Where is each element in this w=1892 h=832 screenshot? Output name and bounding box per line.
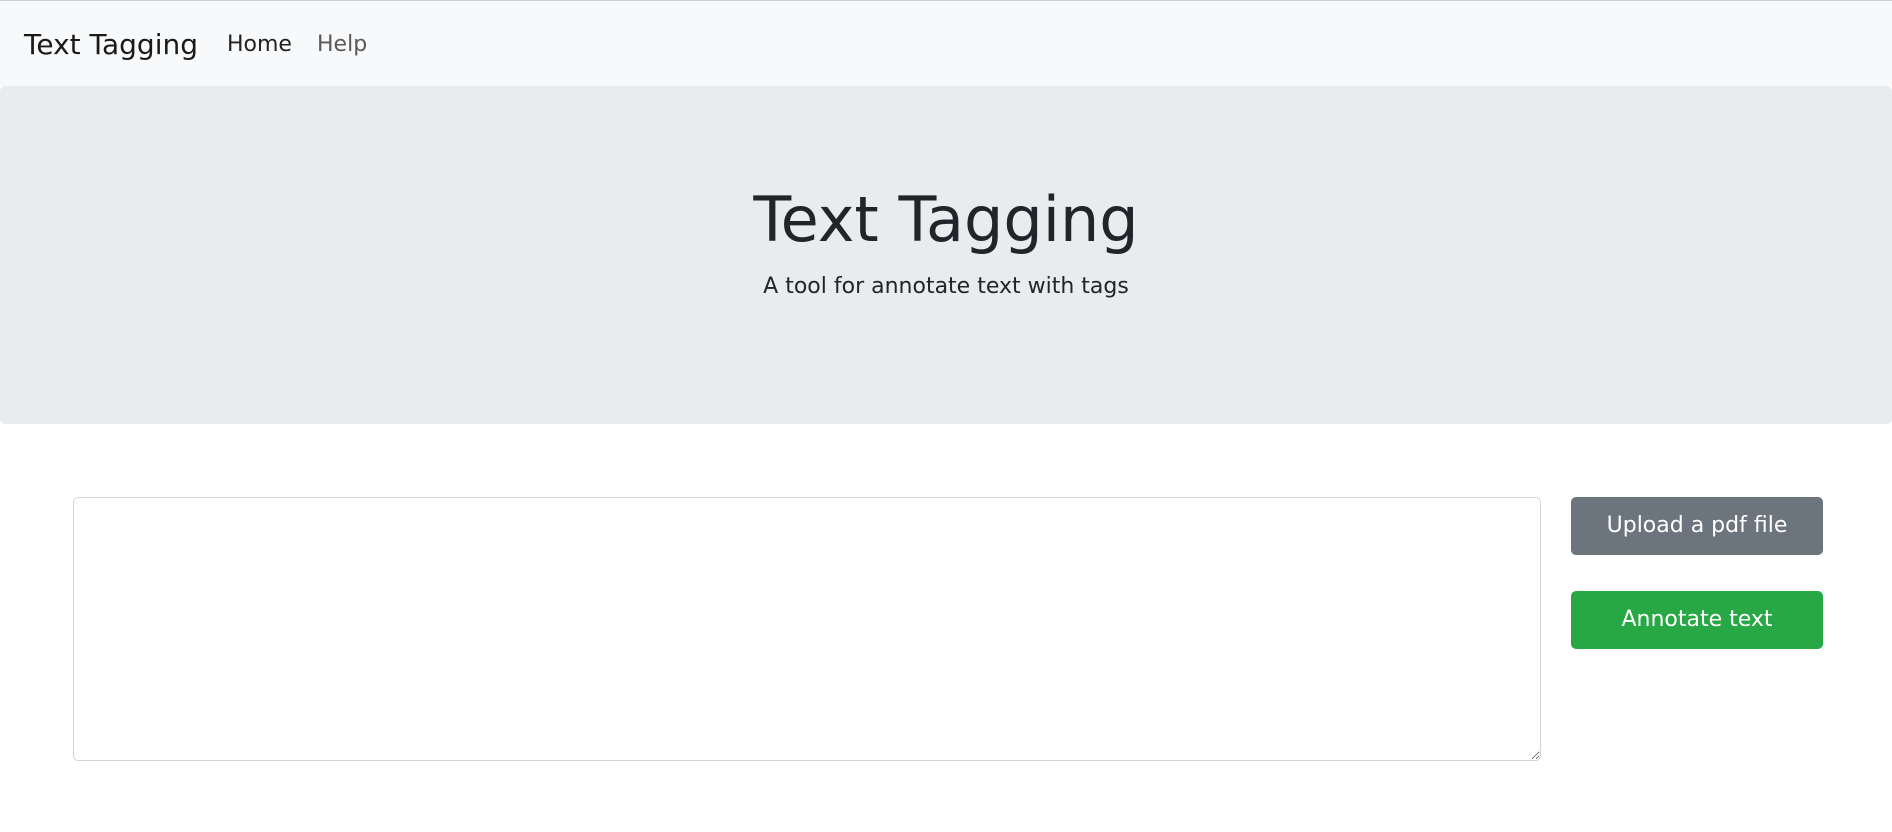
top-navbar: Text Tagging Home Help bbox=[0, 0, 1892, 86]
text-input-area[interactable] bbox=[73, 497, 1541, 761]
hero-subtitle: A tool for annotate text with tags bbox=[763, 274, 1129, 299]
nav-link-home[interactable]: Home bbox=[227, 30, 292, 60]
annotate-text-button[interactable]: Annotate text bbox=[1571, 591, 1823, 649]
upload-pdf-button[interactable]: Upload a pdf file bbox=[1571, 497, 1823, 555]
hero-banner: Text Tagging A tool for annotate text wi… bbox=[0, 86, 1892, 424]
hero-title: Text Tagging bbox=[753, 183, 1139, 256]
navbar-brand[interactable]: Text Tagging bbox=[24, 27, 198, 63]
nav-link-help[interactable]: Help bbox=[317, 30, 367, 60]
